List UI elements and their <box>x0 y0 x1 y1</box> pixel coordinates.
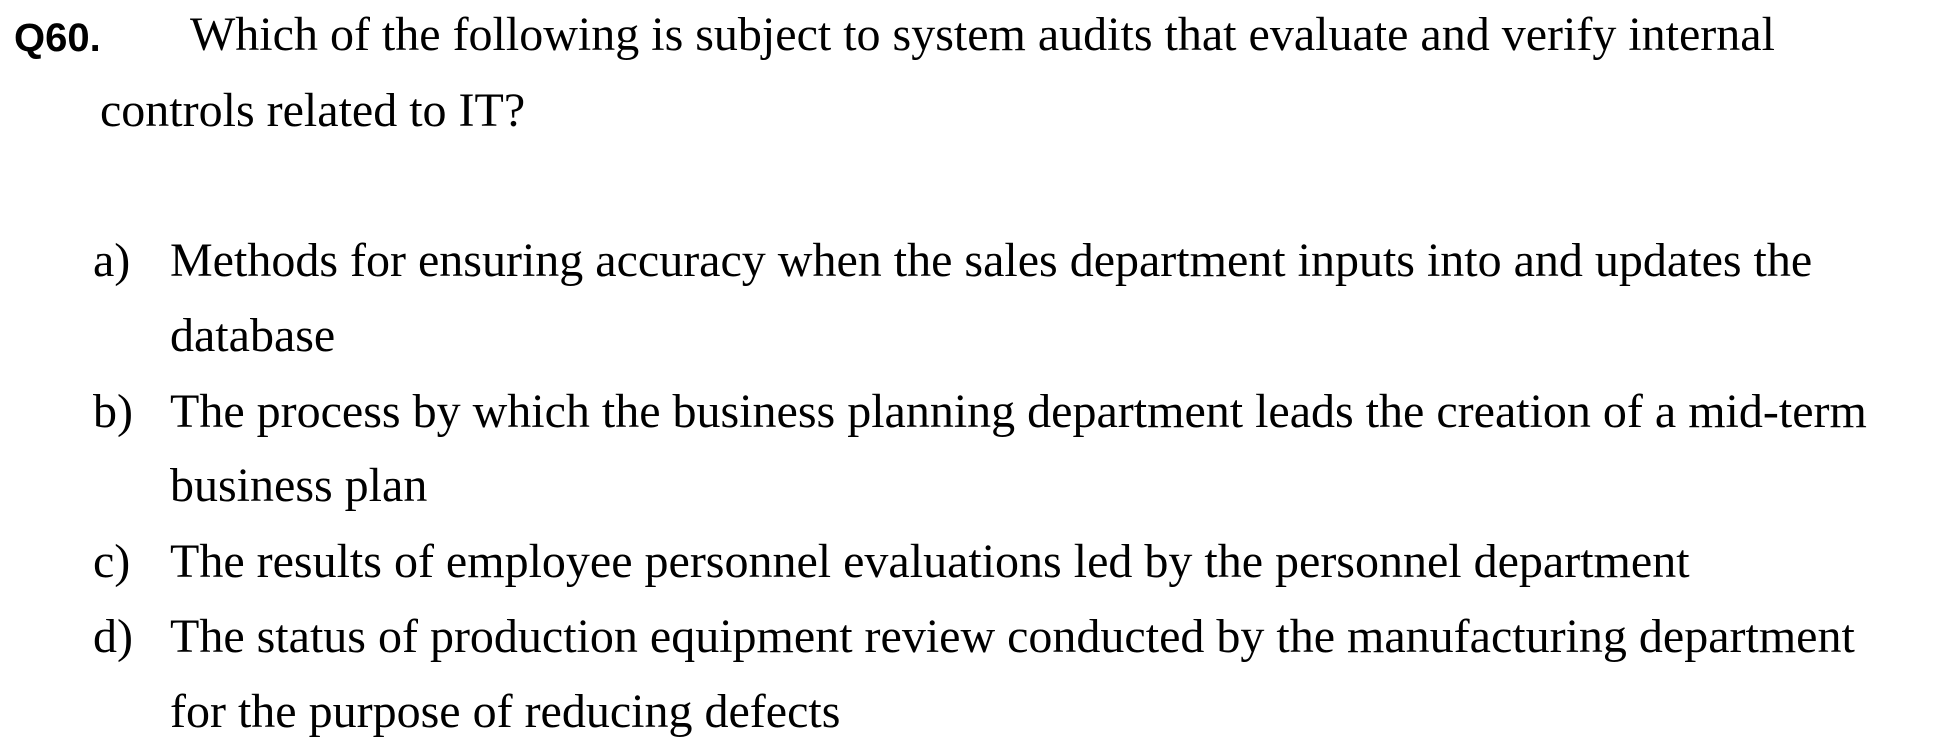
question-number: Q60. <box>14 16 101 60</box>
option-d-letter: d) <box>93 610 133 663</box>
question-text-line-1: Which of the following is subject to sys… <box>190 8 1775 61</box>
option-a-letter: a) <box>93 234 131 287</box>
option-b-text-line-2: business plan <box>170 459 428 512</box>
option-d-text-line-2: for the purpose of reducing defects <box>170 685 841 738</box>
option-c-text-line-1: The results of employee personnel evalua… <box>170 535 1690 588</box>
option-a-text-line-1: Methods for ensuring accuracy when the s… <box>170 234 1813 287</box>
option-d-text-line-1: The status of production equipment revie… <box>170 610 1855 663</box>
option-b-letter: b) <box>93 385 133 438</box>
question-page: Q60. Which of the following is subject t… <box>0 0 1951 754</box>
option-b-text-line-1: The process by which the business planni… <box>170 385 1867 438</box>
option-c-letter: c) <box>93 535 131 588</box>
option-a-text-line-2: database <box>170 309 336 362</box>
question-text-line-2: controls related to IT? <box>100 84 526 137</box>
